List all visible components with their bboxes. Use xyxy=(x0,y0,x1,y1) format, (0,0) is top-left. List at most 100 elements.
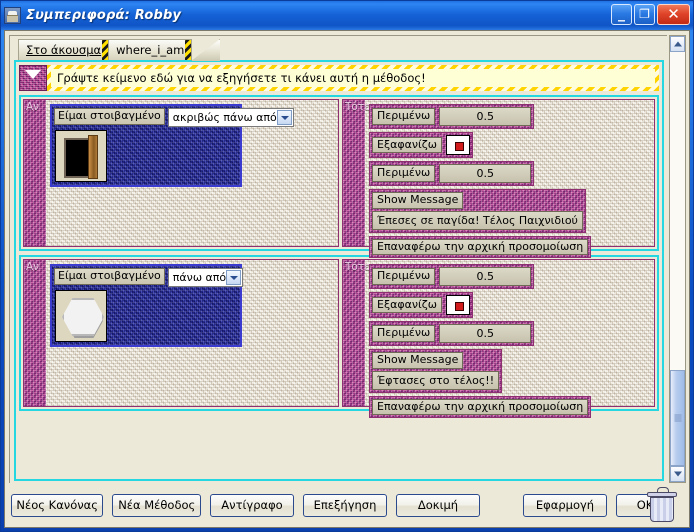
vertical-scrollbar[interactable] xyxy=(669,35,686,483)
action-disappear[interactable]: Εξαφανίζω xyxy=(369,292,473,318)
rule-row: Αν Είμαι στοιβαγμένο ακριβώς πάνω από Τό… xyxy=(19,95,659,259)
collapse-triangle-icon xyxy=(25,70,41,79)
minimize-button[interactable]: _ xyxy=(611,4,632,25)
action-label: Περιμένω xyxy=(372,165,436,182)
tab-where-i-am[interactable]: where_i_am xyxy=(108,39,193,60)
if-label: Αν xyxy=(26,101,40,113)
action-value[interactable]: 0.5 xyxy=(439,107,532,126)
method-frame: Γράψτε κείμενο εδώ για να εξηγήσετε τι κ… xyxy=(14,60,664,481)
action-label: Επαναφέρω την αρχική προσομοίωση xyxy=(372,398,589,416)
action-restart-simulation[interactable]: Επαναφέρω την αρχική προσομοίωση xyxy=(369,235,592,259)
apply-button[interactable]: Εφαρμογή xyxy=(523,493,607,517)
tab-label: Στο άκουσμα xyxy=(26,43,102,57)
action-list: Περιμένω 0.5 Εξαφανίζω Περιμένω 0.5 Show… xyxy=(369,264,650,419)
copy-button[interactable]: Αντίγραφο xyxy=(210,493,294,517)
then-side-label: Τότε xyxy=(343,260,370,406)
condition-header: Είμαι στοιβαγμένο πάνω από xyxy=(52,266,244,287)
hexagon-icon[interactable] xyxy=(55,290,107,342)
action-wait[interactable]: Περιμένω 0.5 xyxy=(369,104,535,129)
condition-widget[interactable]: Είμαι στοιβαγμένο πάνω από xyxy=(50,264,244,347)
condition-widget[interactable]: Είμαι στοιβαγμένο ακριβώς πάνω από xyxy=(50,104,294,187)
action-list: Περιμένω 0.5 Εξαφανίζω Περιμένω 0.5 Show… xyxy=(369,104,650,259)
behavior-editor: Στο άκουσμα where_i_am Γράψτε κείμενο εδ… xyxy=(9,35,667,483)
action-label: Show Message xyxy=(372,352,464,369)
rule-row: Αν Είμαι στοιβαγμένο πάνω από Τότε Περιμ… xyxy=(19,255,659,419)
actions-pane: Περιμένω 0.5 Εξαφανίζω Περιμένω 0.5 Show… xyxy=(365,100,654,259)
comment-text: Γράψτε κείμενο εδώ για να εξηγήσετε τι κ… xyxy=(57,71,426,85)
then-side-label: Τότε xyxy=(343,100,370,246)
action-message-value[interactable]: Έπεσες σε παγίδα! Τέλος Παιχνιδιού xyxy=(372,210,583,230)
red-dot-icon[interactable] xyxy=(445,135,470,155)
window-title: Συμπεριφορά: Robby xyxy=(26,8,182,23)
condition-dropdown-value: πάνω από xyxy=(172,271,227,284)
action-label: Περιμένω xyxy=(372,268,436,285)
test-button[interactable]: Δοκιμή xyxy=(396,493,480,517)
action-disappear[interactable]: Εξαφανίζω xyxy=(369,132,473,158)
minimize-icon: _ xyxy=(618,6,625,22)
red-dot-icon[interactable] xyxy=(445,295,470,315)
tab-sto-akousma[interactable]: Στο άκουσμα xyxy=(18,39,110,60)
condition-pane: Είμαι στοιβαγμένο πάνω από xyxy=(46,260,338,406)
method-comment: Γράψτε κείμενο εδώ για να εξηγήσετε τι κ… xyxy=(19,65,659,91)
close-icon: ✕ xyxy=(667,5,680,23)
condition-pane: Είμαι στοιβαγμένο ακριβώς πάνω από xyxy=(46,100,338,246)
condition-dropdown[interactable]: πάνω από xyxy=(167,268,244,287)
condition-dropdown[interactable]: ακριβώς πάνω από xyxy=(167,108,294,127)
action-value[interactable]: 0.5 xyxy=(439,267,532,286)
action-wait[interactable]: Περιμένω 0.5 xyxy=(369,321,535,346)
trash-icon[interactable] xyxy=(647,487,677,523)
comment-collapse-handle[interactable] xyxy=(19,65,47,91)
new-rule-button[interactable]: Νέος Κανόνας xyxy=(11,493,104,517)
tab-strip: Στο άκουσμα where_i_am xyxy=(18,39,220,61)
condition-label: Είμαι στοιβαγμένο xyxy=(54,268,165,285)
action-wait[interactable]: Περιμένω 0.5 xyxy=(369,264,535,289)
action-restart-simulation[interactable]: Επαναφέρω την αρχική προσομοίωση xyxy=(369,395,592,419)
if-side-label: Αν xyxy=(24,100,46,246)
close-button[interactable]: ✕ xyxy=(657,4,690,25)
rule-then-column: Τότε Περιμένω 0.5 Εξαφανίζω Περιμένω 0.5… xyxy=(342,99,655,259)
action-label: Εξαφανίζω xyxy=(372,136,442,154)
scrollbar-track[interactable] xyxy=(670,52,685,466)
action-message-value[interactable]: Έφτασες στο τέλος!! xyxy=(372,370,500,390)
chevron-down-icon[interactable] xyxy=(276,110,292,125)
condition-header: Είμαι στοιβαγμένο ακριβώς πάνω από xyxy=(52,106,294,127)
editor-wrapper: Στο άκουσμα where_i_am Γράψτε κείμενο εδ… xyxy=(9,35,686,483)
action-label: Περιμένω xyxy=(372,325,436,342)
hazard-stripe-icon xyxy=(185,40,192,60)
action-value[interactable]: 0.5 xyxy=(439,164,532,183)
action-label: Περιμένω xyxy=(372,108,436,125)
if-label: Αν xyxy=(26,261,40,273)
comment-body[interactable]: Γράψτε κείμενο εδώ για να εξηγήσετε τι κ… xyxy=(47,65,659,91)
action-value[interactable]: 0.5 xyxy=(439,324,532,343)
tab-label: where_i_am xyxy=(116,43,185,57)
window-controls: _ ❐ ✕ xyxy=(611,4,690,25)
rules-canvas: Γράψτε κείμενο εδώ για να εξηγήσετε τι κ… xyxy=(10,60,667,483)
maximize-icon: ❐ xyxy=(639,7,650,21)
button-bar: Νέος Κανόνας Νέα Μέθοδος Αντίγραφο Επεξή… xyxy=(5,483,689,527)
condition-label: Είμαι στοιβαγμένο xyxy=(54,108,165,125)
if-side-label: Αν xyxy=(24,260,46,406)
scrollbar-thumb[interactable] xyxy=(670,370,685,466)
robot-icon xyxy=(4,7,21,24)
behavior-window: Συμπεριφορά: Robby _ ❐ ✕ Στο άκουσμα whe… xyxy=(0,0,694,532)
scrollbar-grip-icon xyxy=(674,414,681,422)
actions-pane: Περιμένω 0.5 Εξαφανίζω Περιμένω 0.5 Show… xyxy=(365,260,654,419)
scroll-up-button[interactable] xyxy=(670,36,685,52)
rule-then-column: Τότε Περιμένω 0.5 Εξαφανίζω Περιμένω 0.5… xyxy=(342,259,655,419)
client-area: Στο άκουσμα where_i_am Γράψτε κείμενο εδ… xyxy=(4,30,690,528)
explain-button[interactable]: Επεξήγηση xyxy=(303,493,387,517)
title-bar: Συμπεριφορά: Robby _ ❐ ✕ xyxy=(1,1,693,30)
scroll-down-button[interactable] xyxy=(670,466,685,482)
action-show-message[interactable]: Show Message Έπεσες σε παγίδα! Τέλος Παι… xyxy=(369,189,586,233)
rule-if-column: Αν Είμαι στοιβαγμένο ακριβώς πάνω από xyxy=(23,99,339,247)
tab-strip-tail xyxy=(191,39,220,61)
action-show-message[interactable]: Show Message Έφτασες στο τέλος!! xyxy=(369,349,503,393)
maximize-button[interactable]: ❐ xyxy=(634,4,655,25)
new-method-button[interactable]: Νέα Μέθοδος xyxy=(112,493,201,517)
rule-if-column: Αν Είμαι στοιβαγμένο πάνω από xyxy=(23,259,339,407)
chevron-down-icon[interactable] xyxy=(226,270,242,285)
action-label: Εξαφανίζω xyxy=(372,296,442,314)
action-label: Επαναφέρω την αρχική προσομοίωση xyxy=(372,238,589,256)
action-wait[interactable]: Περιμένω 0.5 xyxy=(369,161,535,186)
door-icon[interactable] xyxy=(55,130,107,182)
